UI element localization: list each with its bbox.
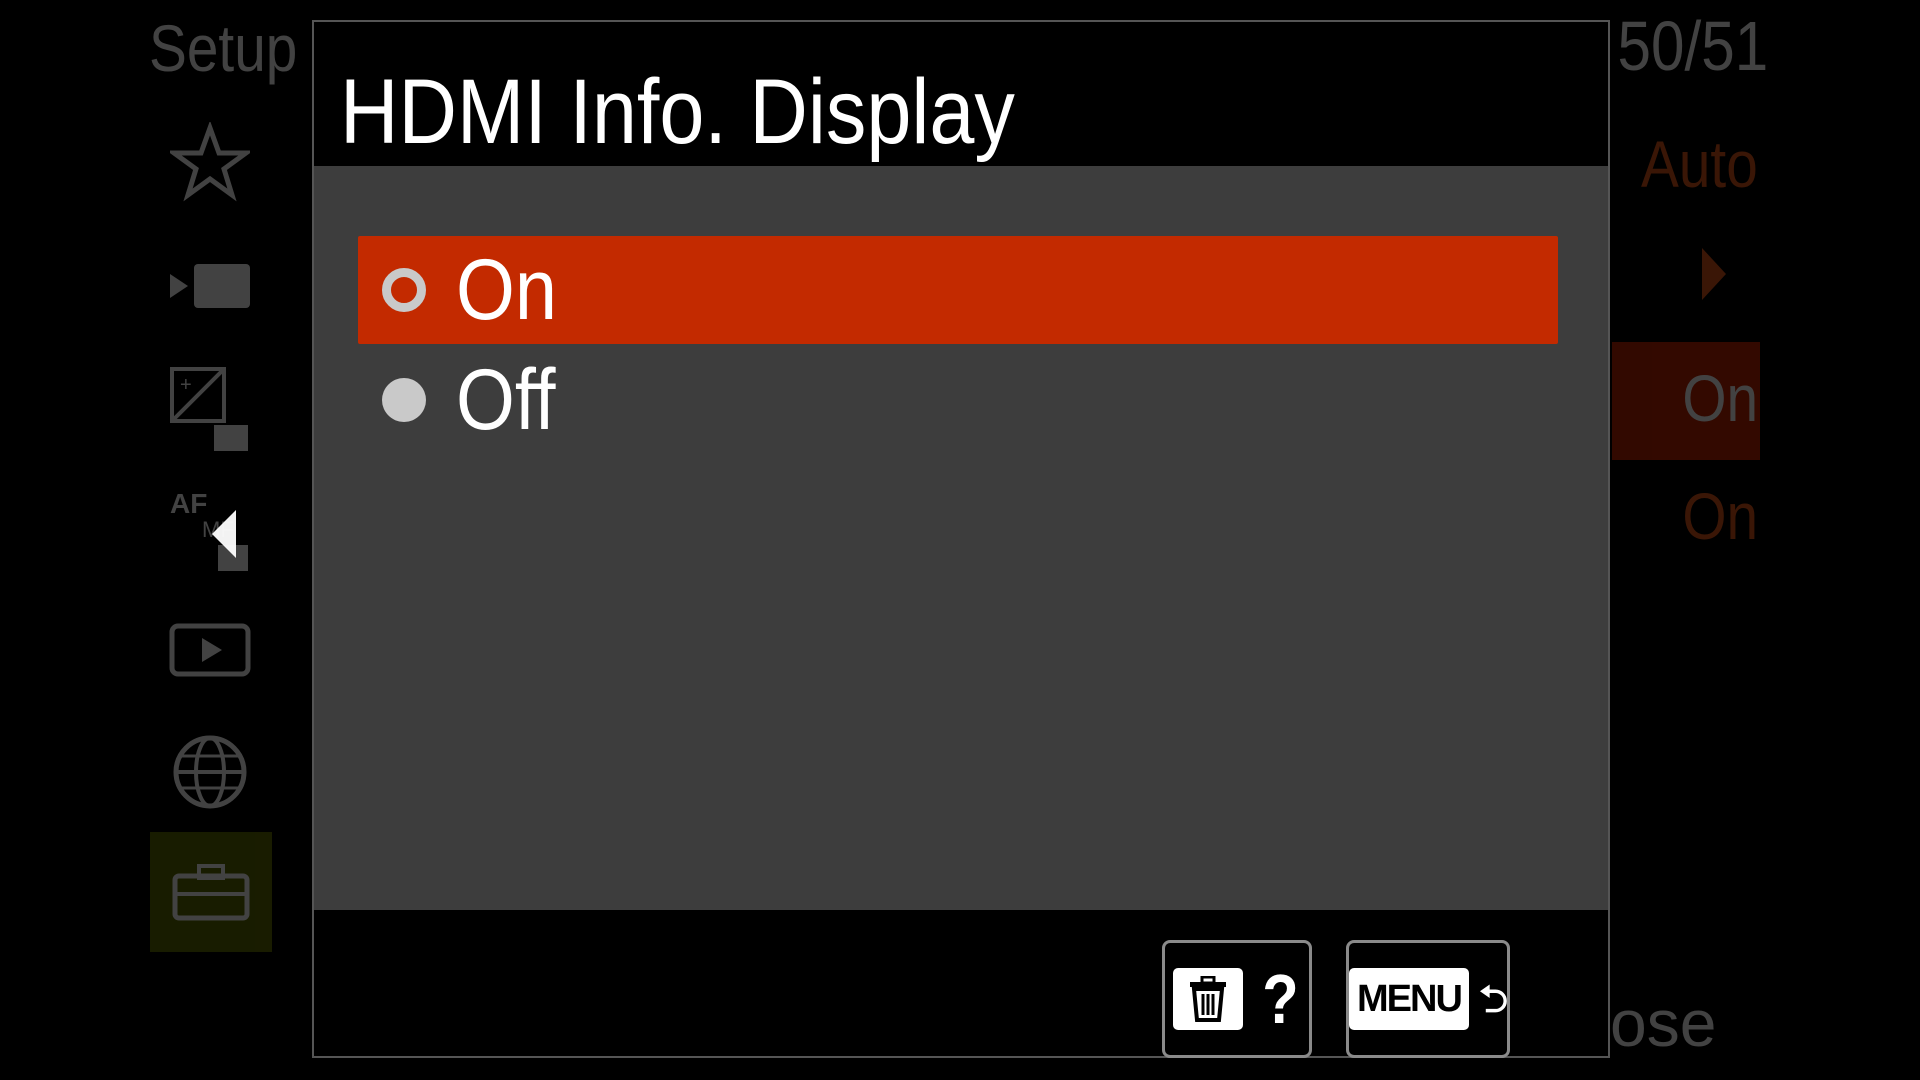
star-icon[interactable] — [160, 112, 260, 212]
dialog-footer: ? MENU — [314, 910, 1608, 1058]
return-arrow-icon — [1479, 984, 1507, 1013]
radio-selected-icon — [382, 268, 426, 312]
svg-text:AF: AF — [170, 488, 207, 519]
trash-icon — [1172, 968, 1243, 1030]
background-value-2: On — [1682, 361, 1758, 435]
chevron-left-icon[interactable] — [212, 510, 236, 558]
movie-icon[interactable] — [160, 236, 260, 336]
option-label: Off — [456, 351, 556, 448]
menu-key-label: MENU — [1349, 968, 1469, 1030]
radio-unselected-icon — [382, 378, 426, 422]
background-close-text: ose — [1610, 986, 1717, 1060]
dialog-title: HDMI Info. Display — [340, 61, 1015, 163]
af-movie-icon[interactable]: AF MF — [160, 480, 260, 580]
menu-back-button[interactable]: MENU — [1346, 940, 1510, 1058]
option-label: On — [456, 241, 557, 338]
svg-text:+: + — [180, 374, 192, 396]
chevron-right-icon — [1702, 248, 1726, 300]
background-page-counter: 50/51 — [1617, 7, 1768, 85]
toolbox-icon[interactable] — [150, 832, 272, 952]
delete-help-button[interactable]: ? — [1162, 940, 1312, 1058]
option-on[interactable]: On — [358, 236, 1558, 344]
background-value-3: On — [1682, 479, 1758, 553]
globe-icon[interactable] — [160, 722, 260, 822]
help-icon: ? — [1261, 960, 1299, 1038]
hdmi-info-dialog: HDMI Info. Display On Off ? MENU — [312, 20, 1610, 1058]
option-list: On Off — [314, 166, 1608, 910]
option-off[interactable]: Off — [358, 346, 1558, 454]
playback-icon[interactable] — [160, 600, 260, 700]
exposure-movie-icon[interactable]: + — [160, 360, 260, 460]
background-menu-title: Setup — [149, 11, 298, 85]
background-value-1: Auto — [1641, 127, 1758, 201]
